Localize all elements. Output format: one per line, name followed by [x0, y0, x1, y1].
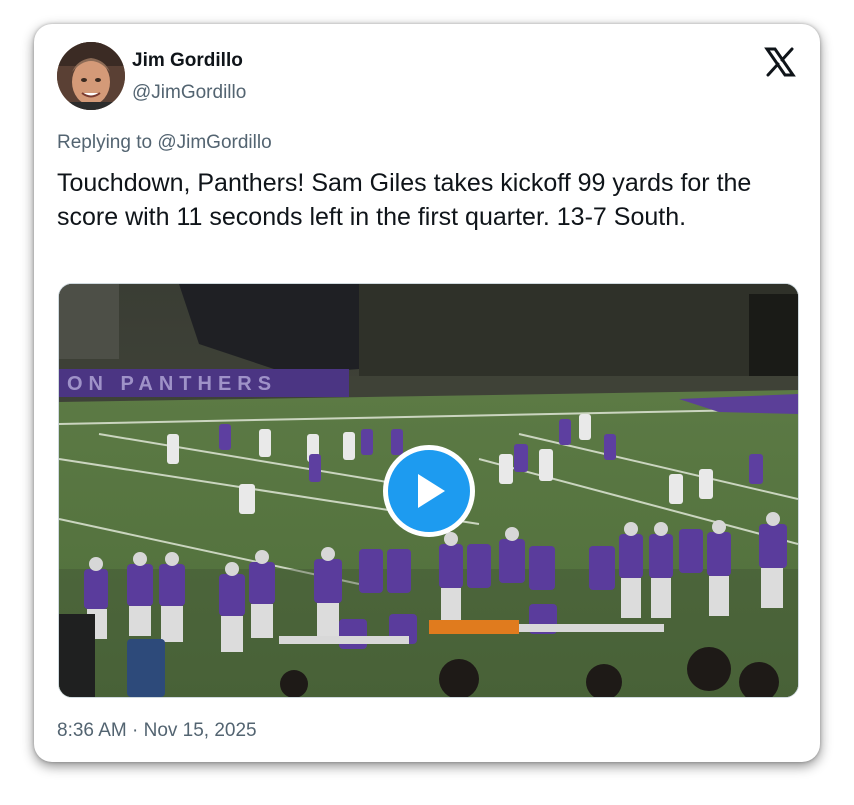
play-icon: [418, 474, 445, 508]
reply-prefix: Replying to: [57, 132, 158, 153]
stadium-wall-text: ON PANTHERS: [67, 373, 277, 395]
reply-handle-link[interactable]: @JimGordillo: [157, 132, 271, 153]
x-logo-icon[interactable]: [764, 46, 796, 78]
play-button[interactable]: [383, 445, 475, 537]
author-name[interactable]: Jim Gordillo: [132, 50, 243, 72]
reply-context: Replying to @JimGordillo: [57, 132, 272, 154]
tweet-card: Jim Gordillo @JimGordillo Replying to @J…: [34, 24, 820, 762]
author-handle[interactable]: @JimGordillo: [132, 82, 246, 104]
tweet-timestamp[interactable]: 8:36 AM · Nov 15, 2025: [57, 720, 257, 742]
tweet-text: Touchdown, Panthers! Sam Giles takes kic…: [57, 169, 752, 231]
video-media[interactable]: ON PANTHERS: [58, 283, 799, 698]
avatar[interactable]: [57, 42, 125, 110]
